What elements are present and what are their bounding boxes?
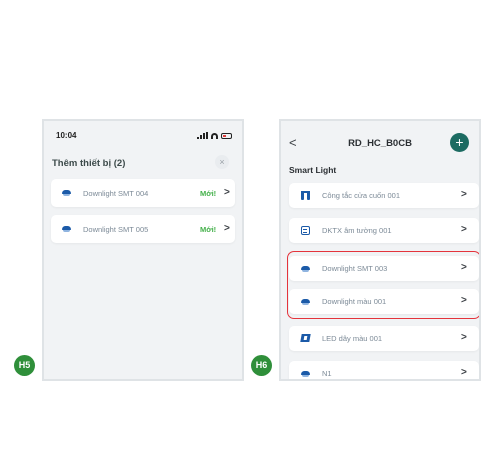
close-button[interactable]: × [215, 155, 229, 169]
wifi-icon [211, 132, 218, 139]
device-name: Downlight SMT 005 [83, 225, 149, 234]
phone-screen-h5: 10:04 Thêm thiết bị (2) × Downlight SMT … [42, 119, 244, 381]
section-header: Smart Light [289, 165, 337, 175]
device-row[interactable]: N1 > [289, 361, 479, 379]
add-device-button[interactable]: + [450, 133, 469, 152]
device-name: N1 [322, 369, 332, 378]
device-name: DKTX âm tường 001 [322, 226, 392, 235]
new-badge: Mới! [200, 225, 217, 234]
phone-screen-h6: < RD_HC_B0CB + Smart Light Công tắc cửa … [279, 119, 481, 381]
battery-icon [221, 132, 232, 139]
device-name: Downlight SMT 004 [83, 189, 149, 198]
device-name: Công tắc cửa cuốn 001 [322, 191, 400, 200]
device-row-downlight-smt-004[interactable]: Downlight SMT 004 Mới! > [51, 179, 235, 207]
curtain-icon [301, 191, 310, 200]
selection-highlight [287, 251, 479, 319]
page-title: Thêm thiết bị (2) [52, 158, 126, 169]
led-strip-icon [300, 334, 311, 342]
device-name: LED dây màu 001 [322, 334, 383, 343]
chevron-right-icon: > [461, 367, 467, 378]
step-badge-h6: H6 [251, 355, 272, 376]
device-row-downlight-smt-005[interactable]: Downlight SMT 005 Mới! > [51, 215, 235, 243]
chevron-right-icon: > [461, 189, 467, 200]
downlight-icon [301, 371, 310, 377]
downlight-icon [62, 190, 71, 196]
chevron-right-icon: > [224, 187, 230, 198]
chevron-right-icon: > [461, 224, 467, 235]
status-time: 10:04 [56, 131, 77, 140]
step-badge-h5: H5 [14, 355, 35, 376]
signal-icon [197, 132, 208, 139]
status-bar: 10:04 [56, 131, 232, 143]
device-row[interactable]: Công tắc cửa cuốn 001 > [289, 183, 479, 208]
device-row[interactable]: LED dây màu 001 > [289, 326, 479, 351]
new-badge: Mới! [200, 189, 217, 198]
device-row[interactable]: DKTX âm tường 001 > [289, 218, 479, 243]
chevron-right-icon: > [224, 223, 230, 234]
downlight-icon [62, 226, 71, 232]
chevron-right-icon: > [461, 332, 467, 343]
wall-panel-icon [301, 226, 310, 235]
